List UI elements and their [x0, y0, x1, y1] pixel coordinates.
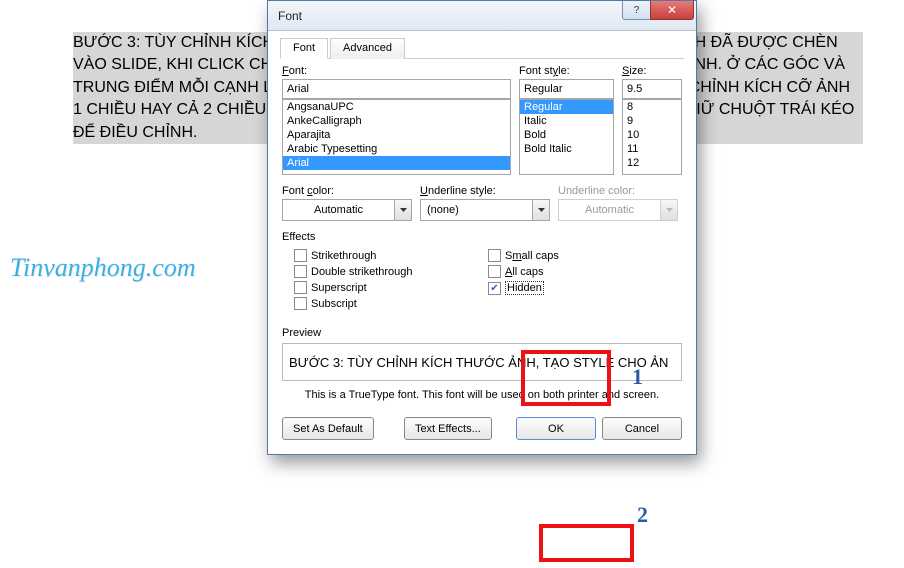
preview-label: Preview — [282, 327, 682, 339]
list-item[interactable]: 10 — [623, 128, 681, 142]
help-button[interactable]: ? — [622, 1, 650, 20]
strikethrough-checkbox[interactable]: Strikethrough — [294, 249, 488, 262]
checkbox-icon — [294, 249, 307, 262]
subscript-checkbox[interactable]: Subscript — [294, 297, 488, 310]
underline-color-value: Automatic — [559, 200, 660, 220]
list-item[interactable]: Arabic Typesetting — [283, 142, 510, 156]
annotation-number-1: 1 — [632, 364, 643, 390]
font-color-label: Font color: — [282, 185, 412, 197]
underline-style-value: (none) — [421, 200, 532, 220]
checkbox-icon — [294, 297, 307, 310]
close-icon: ✕ — [667, 3, 677, 17]
list-item[interactable]: Italic — [520, 114, 613, 128]
tab-strip: Font Advanced — [280, 37, 684, 59]
checkbox-icon — [294, 281, 307, 294]
list-item[interactable]: 12 — [623, 156, 681, 170]
superscript-checkbox[interactable]: Superscript — [294, 281, 488, 294]
size-input[interactable] — [622, 79, 682, 99]
effects-label: Effects — [282, 231, 682, 243]
underline-style-combo[interactable]: (none) — [420, 199, 550, 221]
chevron-down-icon — [532, 200, 549, 220]
tab-advanced[interactable]: Advanced — [330, 38, 405, 59]
font-color-value: Automatic — [283, 200, 394, 220]
hidden-checkbox[interactable]: ✔Hidden — [488, 281, 682, 295]
font-style-input[interactable] — [519, 79, 614, 99]
double-strikethrough-checkbox[interactable]: Double strikethrough — [294, 265, 488, 278]
size-label: Size: — [622, 65, 682, 77]
font-input[interactable] — [282, 79, 511, 99]
list-item[interactable]: Bold Italic — [520, 142, 613, 156]
text-effects-button[interactable]: Text Effects... — [404, 417, 492, 440]
list-item[interactable]: AnkeCalligraph — [283, 114, 510, 128]
underline-color-combo: Automatic — [558, 199, 678, 221]
checkbox-icon — [488, 265, 501, 278]
underline-style-label: Underline style: — [420, 185, 550, 197]
list-item[interactable]: 8 — [623, 100, 681, 114]
list-item[interactable]: 11 — [623, 142, 681, 156]
size-listbox[interactable]: 8 9 10 11 12 — [622, 99, 682, 175]
list-item[interactable]: Bold — [520, 128, 613, 142]
list-item[interactable]: 9 — [623, 114, 681, 128]
set-default-button[interactable]: Set As Default — [282, 417, 374, 440]
chevron-down-icon — [394, 200, 411, 220]
annotation-number-2: 2 — [637, 502, 648, 528]
watermark-text: Tinvanphong.com — [10, 253, 196, 283]
list-item-selected[interactable]: Regular — [520, 100, 613, 114]
font-style-label: Font style: — [519, 65, 614, 77]
list-item-selected[interactable]: Arial — [283, 156, 510, 170]
chevron-down-icon — [660, 200, 677, 220]
help-icon: ? — [634, 5, 640, 16]
ok-button[interactable]: OK — [516, 417, 596, 440]
list-item[interactable]: Aparajita — [283, 128, 510, 142]
checkbox-icon — [488, 249, 501, 262]
font-label: Font: — [282, 65, 511, 77]
font-color-combo[interactable]: Automatic — [282, 199, 412, 221]
all-caps-checkbox[interactable]: All caps — [488, 265, 682, 278]
annotation-highlight-2 — [539, 524, 634, 562]
font-listbox[interactable]: AngsanaUPC AnkeCalligraph Aparajita Arab… — [282, 99, 511, 175]
dialog-title: Font — [278, 9, 302, 23]
cancel-button[interactable]: Cancel — [602, 417, 682, 440]
tab-font[interactable]: Font — [280, 38, 328, 59]
checkbox-icon — [294, 265, 307, 278]
font-style-listbox[interactable]: Regular Italic Bold Bold Italic — [519, 99, 614, 175]
titlebar[interactable]: Font ? ✕ — [268, 1, 696, 31]
small-caps-checkbox[interactable]: Small caps — [488, 249, 682, 262]
preview-box: BƯỚC 3: TÙY CHỈNH KÍCH THƯỚC ẢNH, TẠO ST… — [282, 343, 682, 381]
checkbox-checked-icon: ✔ — [488, 282, 501, 295]
font-note: This is a TrueType font. This font will … — [282, 389, 682, 401]
close-button[interactable]: ✕ — [650, 1, 694, 20]
list-item[interactable]: AngsanaUPC — [283, 100, 510, 114]
underline-color-label: Underline color: — [558, 185, 678, 197]
